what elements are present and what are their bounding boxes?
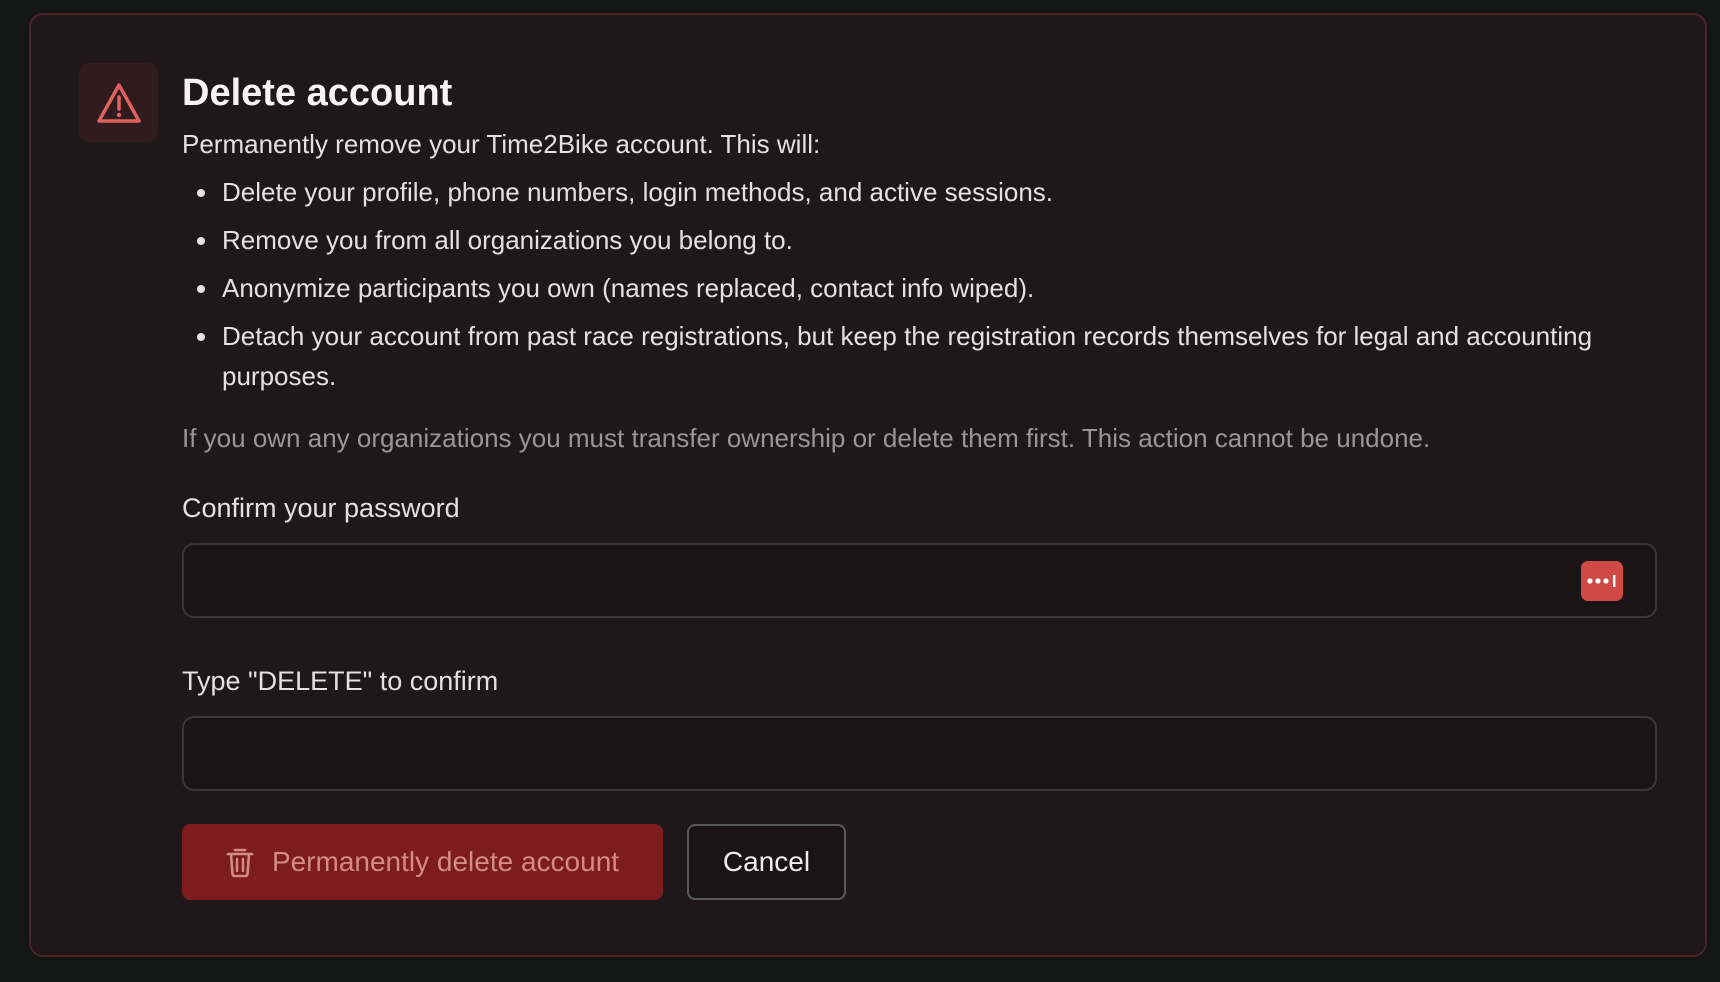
password-input[interactable] [184, 545, 1655, 616]
delete-account-panel: Delete account Permanently remove your T… [29, 13, 1707, 957]
dots-icon [1587, 575, 1616, 587]
password-label: Confirm your password [182, 493, 460, 523]
ownership-note: If you own any organizations you must tr… [182, 423, 1431, 453]
password-manager-icon[interactable] [1581, 561, 1623, 601]
confirm-delete-input[interactable] [184, 718, 1655, 789]
confirm-field-wrapper [182, 716, 1657, 791]
delete-button-label: Permanently delete account [271, 846, 620, 877]
dialog-intro: Permanently remove your Time2Bike accoun… [182, 129, 821, 159]
list-item: Anonymize participants you own (names re… [197, 268, 1657, 308]
password-field-wrapper [182, 543, 1657, 618]
consequence-list: Delete your profile, phone numbers, logi… [182, 172, 1657, 396]
cancel-button[interactable]: Cancel [687, 824, 846, 900]
permanently-delete-button[interactable]: Permanently delete account [182, 824, 663, 900]
dialog-title: Delete account [182, 72, 453, 114]
list-item: Remove you from all organizations you be… [197, 220, 1657, 260]
confirm-label: Type "DELETE" to confirm [182, 666, 499, 696]
warning-badge [79, 63, 158, 142]
warning-triangle-icon [96, 82, 141, 123]
dialog-content: Delete account Permanently remove your T… [182, 67, 1657, 900]
list-item: Detach your account from past race regis… [197, 316, 1657, 396]
list-item: Delete your profile, phone numbers, logi… [197, 172, 1657, 212]
action-row: Permanently delete account Cancel [182, 824, 1657, 900]
trash-icon [226, 848, 254, 878]
